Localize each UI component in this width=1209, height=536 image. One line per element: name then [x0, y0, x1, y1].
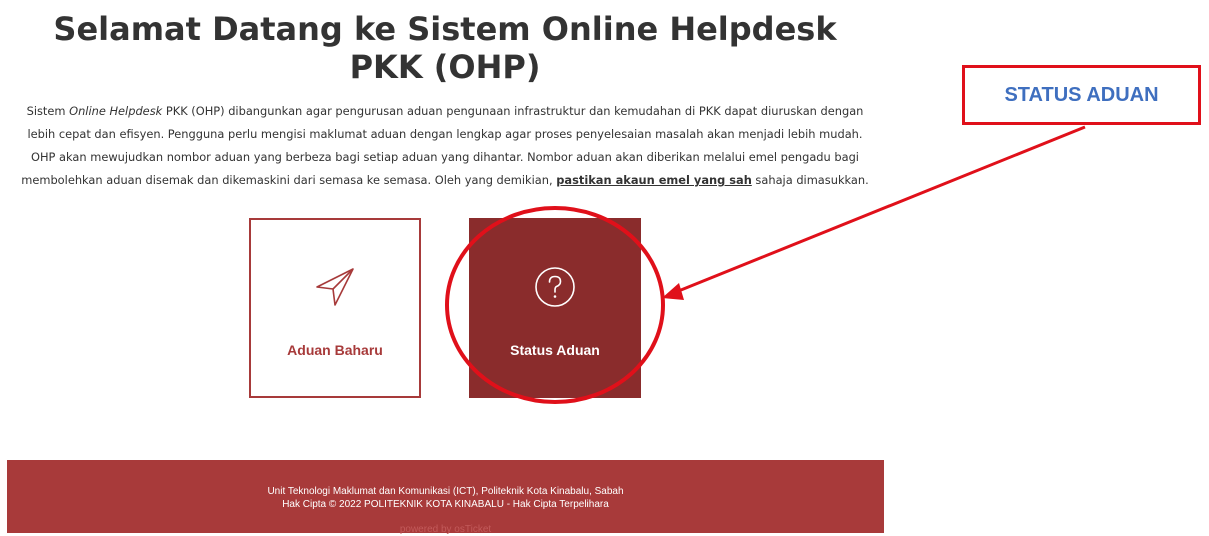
intro-text-3: sahaja dimasukkan. [751, 173, 869, 187]
powered-by-link[interactable]: powered by osTicket [7, 523, 884, 536]
paper-plane-icon [313, 265, 357, 309]
question-circle-icon [533, 265, 577, 309]
intro-paragraph: Sistem Online Helpdesk PKK (OHP) dibangu… [20, 100, 870, 192]
site-footer: Unit Teknologi Maklumat dan Komunikasi (… [7, 460, 884, 536]
new-ticket-label: Aduan Baharu [287, 342, 383, 358]
check-status-button[interactable]: Status Aduan [469, 218, 641, 398]
intro-emphasis: pastikan akaun emel yang sah [556, 173, 752, 187]
new-ticket-button[interactable]: Aduan Baharu [249, 218, 421, 398]
intro-italic: Online Helpdesk [69, 104, 163, 118]
annotation-callout: STATUS ADUAN [962, 65, 1201, 125]
check-status-label: Status Aduan [510, 342, 600, 358]
intro-text-1: Sistem [26, 104, 70, 118]
footer-copyright: Hak Cipta © 2022 POLITEKNIK KOTA KINABAL… [282, 499, 609, 510]
footer-unit-text: Unit Teknologi Maklumat dan Komunikasi (… [267, 486, 624, 497]
helpdesk-landing-page: Selamat Datang ke Sistem Online Helpdesk… [0, 0, 890, 536]
annotation-callout-text: STATUS ADUAN [1004, 83, 1159, 106]
page-title: Selamat Datang ke Sistem Online Helpdesk… [53, 10, 837, 86]
